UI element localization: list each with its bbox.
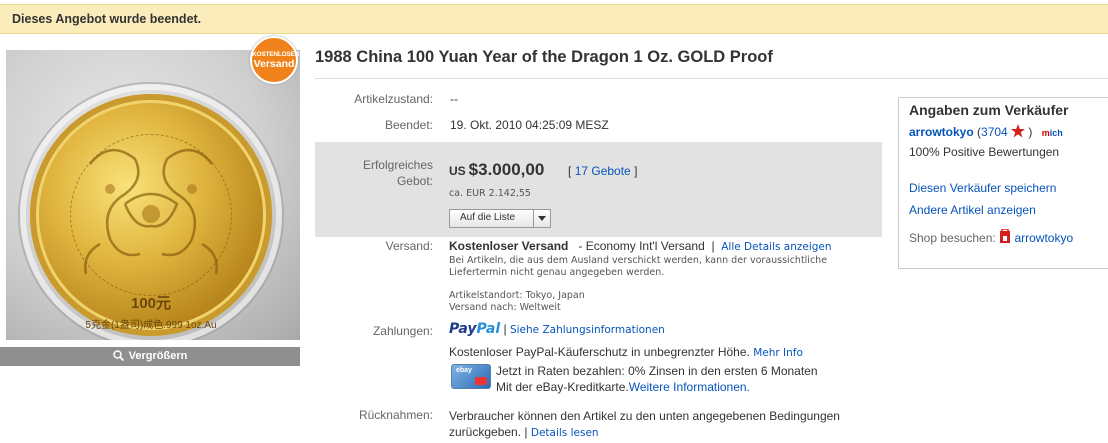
converted-price: ca. EUR 2.142,55: [449, 188, 531, 199]
visit-shop: Shop besuchen: arrowtokyo: [909, 228, 1074, 245]
item-location: Artikelstandort: Tokyo, Japan Versand na…: [449, 290, 585, 313]
ended-value: 19. Okt. 2010 04:25:09 MESZ: [450, 118, 609, 132]
seller-heading: Angaben zum Verkäufer: [909, 102, 1069, 118]
paypal-logo: PayPal: [449, 321, 501, 337]
more-info-link[interactable]: Mehr Info: [753, 347, 803, 359]
shipping-details-link[interactable]: Alle Details anzeigen: [721, 241, 831, 253]
shipping-summary: Kostenloser Versand - Economy Int'l Vers…: [449, 239, 832, 253]
credit-card-icon: ebay: [451, 364, 491, 389]
ended-banner: Dieses Angebot wurde beendet.: [0, 4, 1108, 34]
chevron-down-icon[interactable]: [538, 216, 546, 221]
condition-value: --: [450, 92, 458, 106]
watch-list-button[interactable]: Auf die Liste: [449, 209, 551, 228]
seller-info-panel: Angaben zum Verkäufer arrowtokyo (3704 )…: [898, 97, 1108, 269]
payment-info-link[interactable]: Siehe Zahlungsinformationen: [510, 324, 665, 336]
feedback-star-icon: [1011, 124, 1026, 138]
me-page-icon[interactable]: mich: [1042, 128, 1063, 138]
winning-bid-amount: US $3.000,00: [449, 160, 545, 179]
divider: [315, 78, 1108, 79]
buyer-protection: Kostenloser PayPal-Käuferschutz in unbeg…: [449, 345, 803, 359]
free-shipping-text: Kostenloser Versand: [449, 239, 569, 253]
enlarge-label: Vergrößern: [128, 350, 188, 362]
ended-label: Beendet:: [384, 118, 433, 132]
bid-history-link[interactable]: 17 Gebote: [575, 164, 631, 178]
credit-card-info-link[interactable]: Weitere Informationen.: [629, 380, 750, 394]
returns-details-link[interactable]: Details lesen: [531, 427, 599, 439]
feedback-score-link[interactable]: 3704: [981, 125, 1008, 139]
seller-identity: arrowtokyo (3704 ) mich: [909, 124, 1063, 139]
returns-label: Rücknahmen:: [358, 408, 433, 422]
returns-policy: Verbraucher können den Artikel zu den un…: [449, 409, 840, 439]
magnifier-icon: [112, 350, 124, 362]
shipping-note: Bei Artikeln, die aus dem Ausland versch…: [449, 255, 828, 278]
winning-bid-label: Erfolgreiches Gebot:: [362, 158, 433, 188]
item-title: 1988 China 100 Yuan Year of the Dragon 1…: [315, 48, 773, 66]
positive-feedback: 100% Positive Bewertungen: [909, 145, 1060, 159]
other-items-link[interactable]: Andere Artikel anzeigen: [909, 203, 1036, 217]
gold-coin-image: 100元 5克金(1盎司)成色.999 1oz.Au: [30, 94, 272, 336]
coin-denomination: 100元: [130, 295, 172, 312]
free-shipping-badge: KOSTENLOSER Versand: [250, 36, 299, 84]
shop-link[interactable]: arrowtokyo: [1014, 231, 1073, 245]
condition-label: Artikelzustand:: [354, 92, 433, 106]
shipping-label: Versand:: [385, 239, 433, 253]
seller-name-link[interactable]: arrowtokyo: [909, 125, 974, 139]
coin-inscription: 5克金(1盎司)成色.999 1oz.Au: [85, 320, 217, 331]
installment-offer: Jetzt in Raten bezahlen: 0% Zinsen in de…: [496, 364, 818, 394]
store-icon: [1000, 228, 1011, 243]
enlarge-button[interactable]: Vergrößern: [0, 347, 300, 366]
item-photo[interactable]: 100元 5克金(1盎司)成色.999 1oz.Au: [6, 50, 300, 340]
save-seller-link[interactable]: Diesen Verkäufer speichern: [909, 181, 1056, 195]
payment-methods: PayPal | Siehe Zahlungsinformationen: [449, 321, 665, 337]
bid-count: [ 17 Gebote ]: [568, 164, 638, 178]
payment-label: Zahlungen:: [372, 324, 433, 338]
